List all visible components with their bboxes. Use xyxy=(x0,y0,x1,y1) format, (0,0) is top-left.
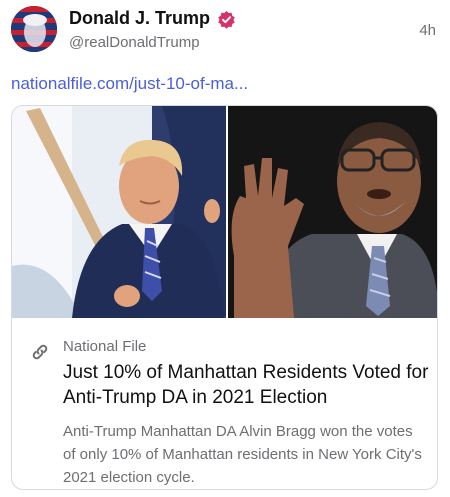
link-preview-card[interactable]: National File Just 10% of Manhattan Resi… xyxy=(11,105,438,490)
post-timestamp: 4h xyxy=(419,22,436,39)
link-chain-icon xyxy=(32,344,48,360)
author-name[interactable]: Donald J. Trump xyxy=(69,8,210,29)
card-source: National File xyxy=(63,338,147,355)
card-description: Anti-Trump Manhattan DA Alvin Bragg won … xyxy=(63,423,422,486)
card-image xyxy=(12,106,437,318)
post-link[interactable]: nationalfile.com/just-10-of-ma... xyxy=(11,74,248,94)
post-header: Donald J. Trump @realDonaldTrump 4h xyxy=(0,0,450,60)
author-avatar[interactable] xyxy=(11,6,57,52)
author-handle[interactable]: @realDonaldTrump xyxy=(69,34,200,51)
verified-badge-icon xyxy=(218,10,235,29)
card-title[interactable]: Just 10% of Manhattan Residents Voted fo… xyxy=(63,360,433,410)
